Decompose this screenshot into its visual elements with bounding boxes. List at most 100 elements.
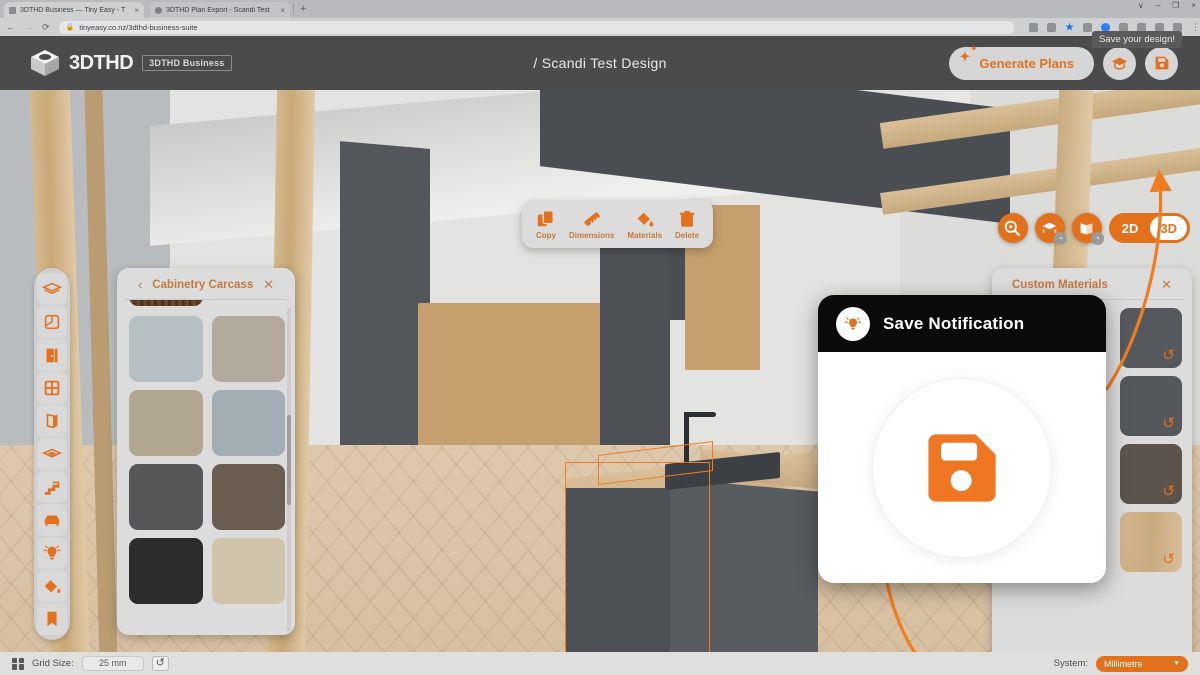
reload-icon[interactable]: ⟳ [42,22,50,32]
close-icon[interactable]: ✕ [263,278,274,291]
bookmarks-tool[interactable] [37,603,67,635]
scrollbar-thumb[interactable] [287,415,291,505]
reset-icon[interactable]: ↺ [1162,484,1175,499]
bookmark-icon [47,611,57,627]
material-swatch[interactable] [129,390,203,456]
material-swatch[interactable] [129,464,203,530]
material-swatch[interactable] [129,538,203,604]
material-swatch[interactable] [211,300,285,306]
generate-plans-label: Generate Plans [979,55,1074,71]
viewport-controls: ◔ ◔ 2D 3D [997,213,1190,245]
floor-tool[interactable] [37,273,67,305]
reset-icon[interactable]: ↺ [1162,552,1175,567]
save-design-button[interactable] [1145,46,1178,80]
reset-icon[interactable]: ↺ [1162,416,1175,431]
browser-tab-1[interactable]: 3DTHD Business — Tiny Easy - T × [4,2,144,18]
ceiling-visibility-button[interactable]: ◔ [1034,213,1067,245]
toggle-2d[interactable]: 2D [1112,216,1149,240]
app-root: 3DTHD Business — Tiny Easy - T × 3DTHD P… [0,0,1200,675]
measure-button[interactable] [997,213,1028,243]
custom-material-swatch[interactable]: ↺ [1120,308,1182,368]
wall-tool[interactable] [37,405,67,437]
dark-wall-panel-left [340,141,430,469]
design-viewport-3d[interactable]: Copy Dimensions Materials Delete ◔ ◔ 2D … [0,90,1200,652]
copy-label: Copy [536,230,556,240]
back-icon[interactable]: ← [6,22,15,32]
material-swatch[interactable] [211,390,285,456]
delete-button[interactable]: Delete [671,207,703,242]
reset-grid-icon[interactable]: ↺ [151,656,169,671]
ceiling-tool[interactable] [37,438,67,470]
lighting-tool[interactable] [37,537,67,569]
globe-icon [155,6,162,14]
copy-icon [537,209,554,226]
grid-size-input[interactable]: 25 mm [81,656,144,671]
material-swatch[interactable] [211,316,285,382]
dimensions-button[interactable]: Dimensions [565,207,618,242]
browser-tab-2[interactable]: 3DTHD Plan Export - Scandi Test × [150,2,290,18]
maximize-button[interactable]: ❐ [1172,1,1179,10]
modal-title: Save Notification [883,313,1025,333]
bookmark-star-icon[interactable] [1065,22,1074,31]
brand-name: 3DTHD [69,51,134,74]
header-actions: ✦ ✦ Generate Plans Save your design! [949,30,1182,80]
custom-material-swatch[interactable]: ↺ [1120,376,1182,436]
address-bar[interactable]: 🔒 tinyeasy.co.nz/3dthd-business-suite [58,20,1014,34]
browser-menu-icon[interactable]: ⋮ [1191,22,1200,32]
materials-tool[interactable] [37,570,67,602]
material-swatch[interactable] [211,464,285,530]
unit-system: System: Millimetre ▼ [1054,655,1188,672]
toggle-3d[interactable]: 3D [1150,216,1187,240]
new-tab-button[interactable]: + [300,3,306,15]
copy-button[interactable]: Copy [532,207,560,242]
minimize-button[interactable]: – [1156,1,1160,10]
back-chevron-icon[interactable]: ‹ [138,278,142,291]
close-icon[interactable]: × [280,6,285,15]
url-text: tinyeasy.co.nz/3dthd-business-suite [79,22,198,32]
app-header: 3DTHD 3DTHD Business / Scandi Test Desig… [0,30,1200,90]
brand-badge: 3DTHD Business [142,55,232,71]
stairs-tool[interactable] [37,471,67,503]
material-swatch[interactable] [129,300,203,306]
cabinetry-swatch-scroll[interactable] [117,300,295,635]
tape-measure-icon [1005,220,1021,236]
selection-bounding-box [565,462,710,652]
cube-logo-icon [30,49,60,77]
dimension-toggle: 2D 3D [1108,213,1190,243]
material-swatch[interactable] [211,538,285,604]
delete-label: Delete [675,230,700,240]
forward-icon[interactable]: → [24,22,33,32]
ceiling-toggle-badge: ◔ [1053,232,1067,245]
material-swatch[interactable] [129,316,203,382]
paint-bucket-icon [637,212,654,226]
tab-title: 3DTHD Business — Tiny Easy - T [20,6,126,14]
share-icon[interactable] [1047,22,1056,32]
graduation-cap-icon [1111,57,1128,70]
door-tool[interactable] [37,339,67,371]
system-select[interactable]: Millimetre ▼ [1096,655,1188,672]
reset-icon[interactable]: ↺ [1162,348,1175,363]
chevron-down-icon: ▼ [1173,660,1180,667]
room-cube-icon [44,314,60,330]
room-tool[interactable] [37,306,67,338]
modal-icon-circle [873,378,1051,557]
custom-material-swatch[interactable]: ↺ [1120,512,1182,572]
object-context-toolbar: Copy Dimensions Materials Delete [522,200,714,248]
sparkle-icon: ✦ [959,48,971,64]
grid-settings: Grid Size: 25 mm ↺ [12,656,169,671]
generate-plans-button[interactable]: ✦ ✦ Generate Plans [949,44,1094,80]
tutorial-button[interactable] [1103,46,1136,80]
custom-material-swatch[interactable]: ↺ [1120,444,1182,504]
window-tool[interactable] [37,372,67,404]
zoom-icon[interactable] [1029,22,1038,32]
chevron-down-icon[interactable]: ∨ [1138,1,1144,10]
camera-icon[interactable] [1083,22,1092,32]
materials-button[interactable]: Materials [623,207,666,242]
close-window-button[interactable]: × [1191,1,1196,10]
furniture-tool[interactable] [37,504,67,536]
walls-visibility-button[interactable]: ◔ [1071,213,1104,245]
close-icon[interactable]: × [134,6,139,15]
close-icon[interactable]: ✕ [1161,278,1172,291]
save-tooltip: Save your design! [1091,30,1182,48]
tab-title: 3DTHD Plan Export - Scandi Test [166,6,270,14]
